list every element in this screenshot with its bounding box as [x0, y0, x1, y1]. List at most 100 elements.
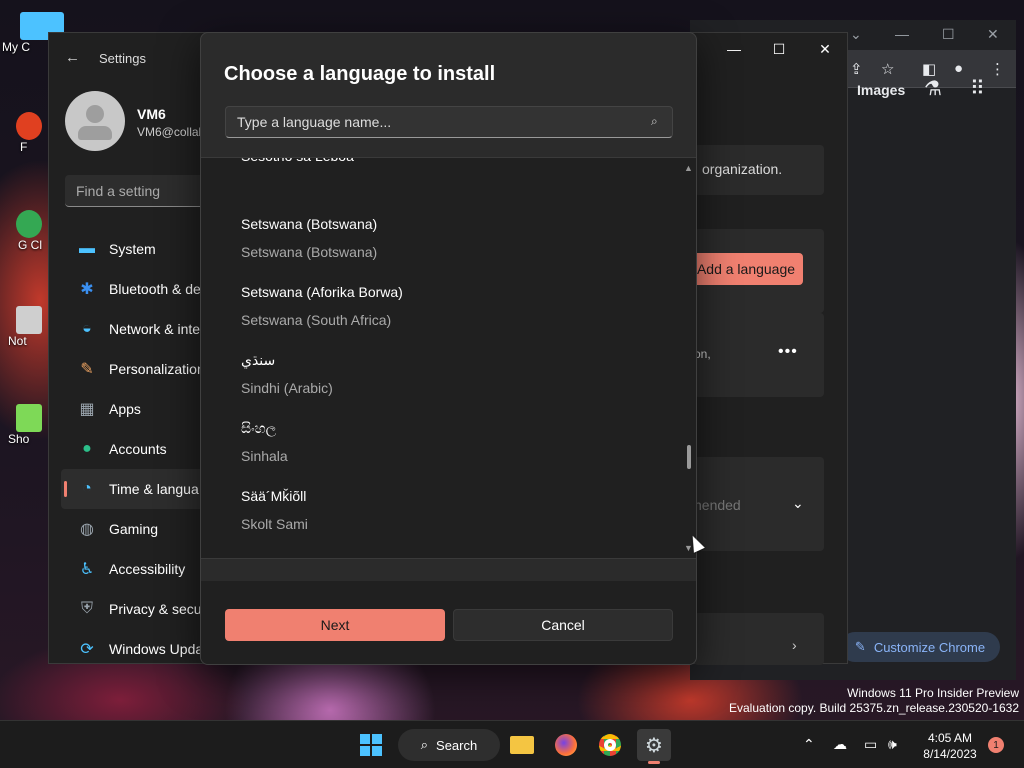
chevron-down-icon[interactable]: ⌄	[792, 495, 804, 512]
nav-item-label: System	[109, 241, 156, 257]
language-list-item[interactable]: Slovenčina	[201, 544, 681, 558]
gear-icon: ⚙	[645, 734, 663, 757]
nav-item-label: Personalization	[109, 361, 205, 377]
nav-item-bluetooth[interactable]: ✱ Bluetooth & de	[61, 269, 221, 309]
language-list[interactable]: Sesotho sa Leboa Setswana (Botswana)Setsw…	[201, 157, 696, 559]
labs-flask-icon[interactable]: ⚗	[924, 76, 942, 101]
folder-icon	[510, 736, 534, 754]
profile-icon[interactable]: ●	[954, 60, 963, 77]
user-name: VM6	[137, 106, 166, 122]
language-list-item[interactable]: Setswana (Aforika Borwa) Setswana (South …	[201, 272, 681, 340]
more-menu-icon[interactable]: ⋮	[990, 60, 1005, 78]
nav-item-privacy[interactable]: ⛨ Privacy & secu	[61, 589, 221, 629]
watermark-line: Windows 11 Pro Insider Preview	[847, 686, 1019, 700]
settings-title: Settings	[99, 51, 146, 66]
nav-item-personalization[interactable]: ✎ Personalization	[61, 349, 221, 389]
desktop-icon-label: My C	[2, 40, 30, 54]
maximize-icon[interactable]: ☐	[942, 26, 955, 43]
settings-card	[694, 613, 824, 665]
language-native-name: Sesotho sa Leboa	[241, 158, 681, 168]
language-list-item[interactable]: سنڌي Sindhi (Arabic)	[201, 340, 681, 408]
desktop-icon-my-computer[interactable]: My C	[2, 12, 64, 54]
customize-chrome-label: Customize Chrome	[873, 639, 986, 655]
images-link[interactable]: Images	[857, 82, 905, 98]
scroll-up-arrow-icon[interactable]: ▲	[684, 163, 693, 173]
nav-item-label: Gaming	[109, 521, 159, 537]
search-icon: ⌕	[420, 737, 429, 752]
clock[interactable]: 4:05 AM 8/14/2023	[914, 730, 986, 762]
update-icon: ⟳	[80, 641, 94, 658]
more-options-icon[interactable]: •••	[778, 343, 798, 361]
settings-content: organization. Add a language on, ••• nen…	[689, 33, 849, 665]
nav-item-label: Accounts	[109, 441, 167, 457]
user-email: VM6@collab	[137, 125, 206, 139]
settings-nav: ▬ System ✱ Bluetooth & de ◒ Network & inte …	[61, 229, 221, 669]
nav-item-network[interactable]: ◒ Network & inte	[61, 309, 221, 349]
nav-item-apps[interactable]: ▦ Apps	[61, 389, 221, 429]
apps-icon: ▦	[79, 401, 95, 418]
customize-chrome-button[interactable]: ✎ Customize Chrome	[840, 632, 1000, 662]
avatar[interactable]	[65, 91, 125, 151]
start-button[interactable]	[354, 729, 388, 761]
nav-item-accessibility[interactable]: ♿ Accessibility	[61, 549, 221, 589]
chrome-taskbar-button[interactable]	[593, 729, 627, 761]
chevron-up-icon[interactable]: ⌃	[803, 736, 815, 753]
minimize-icon[interactable]: —	[895, 26, 909, 42]
language-native-name: Setswana (Aforika Borwa)	[241, 284, 403, 300]
dialog-title: Choose a language to install	[224, 63, 496, 85]
clock-date: 8/14/2023	[923, 747, 977, 761]
settings-taskbar-button[interactable]: ⚙	[637, 729, 671, 764]
nav-item-accounts[interactable]: ● Accounts	[61, 429, 221, 469]
language-list-item[interactable]: Setswana (Botswana) Setswana (Botswana)	[201, 204, 681, 272]
nav-item-gaming[interactable]: ◍ Gaming	[61, 509, 221, 549]
desktop-icon-shortcut[interactable]: Sho	[2, 404, 42, 446]
language-list-item[interactable]: සිංහල Sinhala	[201, 408, 681, 476]
language-native-name: Sää´Mǩiõll	[241, 488, 307, 504]
google-apps-icon[interactable]: ⠿	[970, 76, 985, 101]
desktop-icon-chrome[interactable]: G Cl	[2, 210, 42, 252]
chevron-down-icon[interactable]: ⌄	[850, 26, 862, 43]
language-list-item[interactable]: Sää´Mǩiõll Skolt Sami	[201, 476, 681, 544]
language-list-item[interactable]: Sesotho sa Leboa	[201, 158, 681, 204]
shield-icon: ⛨	[80, 600, 93, 617]
nav-item-time-language[interactable]: ◔ Time & langua	[61, 469, 221, 509]
nav-item-label: Windows Upda	[109, 641, 204, 657]
language-native-name: Slovenčina	[241, 556, 681, 558]
network-icon[interactable]: ▭	[864, 736, 877, 753]
star-icon[interactable]: ☆	[881, 60, 894, 78]
close-icon[interactable]: ✕	[987, 26, 999, 43]
dialog-footer: Next Cancel	[201, 581, 696, 664]
desktop-icon-label: Not	[8, 334, 27, 348]
nav-item-windows-update[interactable]: ⟳ Windows Upda	[61, 629, 221, 669]
file-explorer-button[interactable]	[505, 729, 539, 761]
chrome-icon	[16, 210, 42, 238]
firefox-icon	[555, 734, 577, 756]
cancel-button[interactable]: Cancel	[453, 609, 673, 641]
watermark-line: Evaluation copy. Build 25375.zn_release.…	[729, 701, 1019, 715]
gaming-icon: ◍	[80, 521, 94, 538]
taskbar-search[interactable]: ⌕ Search	[398, 729, 500, 761]
language-english-name: Sinhala	[241, 448, 288, 464]
back-arrow-icon[interactable]: ←	[65, 49, 80, 66]
accessibility-icon: ♿	[79, 561, 95, 578]
language-search-input[interactable]	[225, 106, 673, 138]
share-icon[interactable]: ⇪	[850, 60, 863, 78]
pencil-icon: ✎	[854, 639, 866, 654]
desktop-icon-notepad[interactable]: Not	[2, 306, 42, 348]
add-language-button[interactable]: Add a language	[689, 253, 803, 285]
nav-item-system[interactable]: ▬ System	[61, 229, 221, 269]
org-text: organization.	[702, 161, 783, 177]
volume-icon[interactable]: 🕪	[888, 736, 897, 753]
clock-time: 4:05 AM	[927, 731, 973, 745]
next-button[interactable]: Next	[225, 609, 445, 641]
scrollbar-thumb[interactable]	[687, 445, 691, 469]
regional-format-value[interactable]: nended	[694, 497, 741, 513]
notification-badge[interactable]: 1	[988, 737, 1004, 753]
cloud-offline-icon[interactable]: ☁	[833, 736, 847, 753]
nav-item-label: Apps	[109, 401, 141, 417]
accounts-icon: ●	[82, 440, 92, 457]
firefox-button[interactable]	[549, 729, 583, 761]
shortcut-icon	[16, 404, 42, 432]
desktop-icon-app[interactable]: F	[2, 112, 42, 154]
chevron-right-icon[interactable]: ›	[792, 637, 797, 653]
